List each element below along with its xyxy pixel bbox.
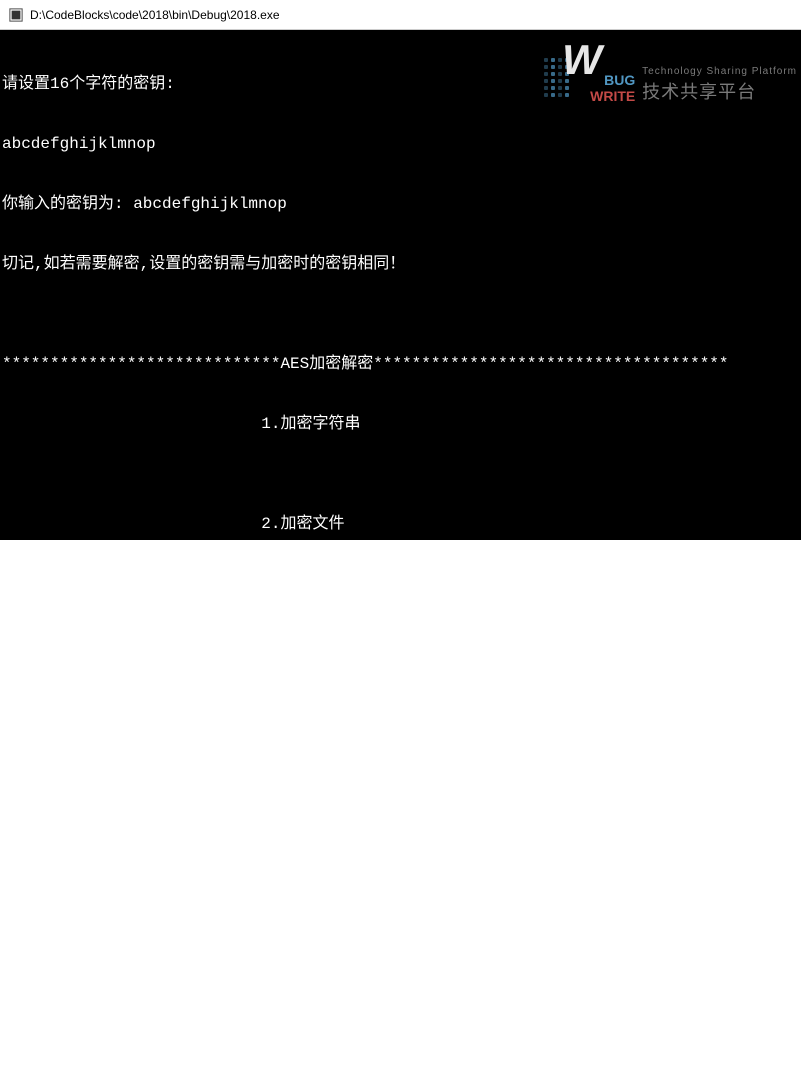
window-title: D:\CodeBlocks\code\2018\bin\Debug\2018.e… bbox=[30, 8, 280, 22]
console-line: 请输入要加密的文件名，该文件必须和本程序在同一个目录 bbox=[2, 874, 799, 894]
console-line: *****************************AES加密解密****… bbox=[2, 354, 799, 374]
menu-item-exit: 4.退出 bbox=[2, 714, 799, 734]
console-line: 你输入的密钥为: abcdefghijklmnop bbox=[2, 194, 799, 214]
menu-item-decrypt-file: 3.解密文件 bbox=[2, 614, 799, 634]
watermark: W BUG WRITE Technology Sharing Platform … bbox=[544, 52, 797, 112]
menu-item-encrypt-string: 1.加密字符串 bbox=[2, 414, 799, 434]
user-input-choice: 2 bbox=[2, 814, 799, 834]
title-bar[interactable]: D:\CodeBlocks\code\2018\bin\Debug\2018.e… bbox=[0, 0, 801, 30]
watermark-write-text: WRITE bbox=[590, 86, 635, 106]
watermark-w-icon: W bbox=[562, 50, 602, 70]
watermark-logo: W BUG WRITE bbox=[544, 52, 634, 112]
watermark-tagline-cn: 技术共享平台 bbox=[642, 82, 797, 102]
console-line: abcdefghijklmnop bbox=[2, 134, 799, 154]
user-input-filename: 1.txt bbox=[2, 934, 799, 954]
watermark-tagline-en: Technology Sharing Platform bbox=[642, 62, 797, 82]
console-line: 加密中......... bbox=[2, 994, 799, 1014]
watermark-tagline: Technology Sharing Platform 技术共享平台 bbox=[642, 62, 797, 102]
console-output[interactable]: 请设置16个字符的密钥: abcdefghijklmnop 你输入的密钥为: a… bbox=[0, 30, 801, 540]
menu-item-encrypt-file: 2.加密文件 bbox=[2, 514, 799, 534]
app-icon bbox=[8, 7, 24, 23]
console-line: 切记,如若需要解密,设置的密钥需与加密时的密钥相同！ bbox=[2, 254, 799, 274]
